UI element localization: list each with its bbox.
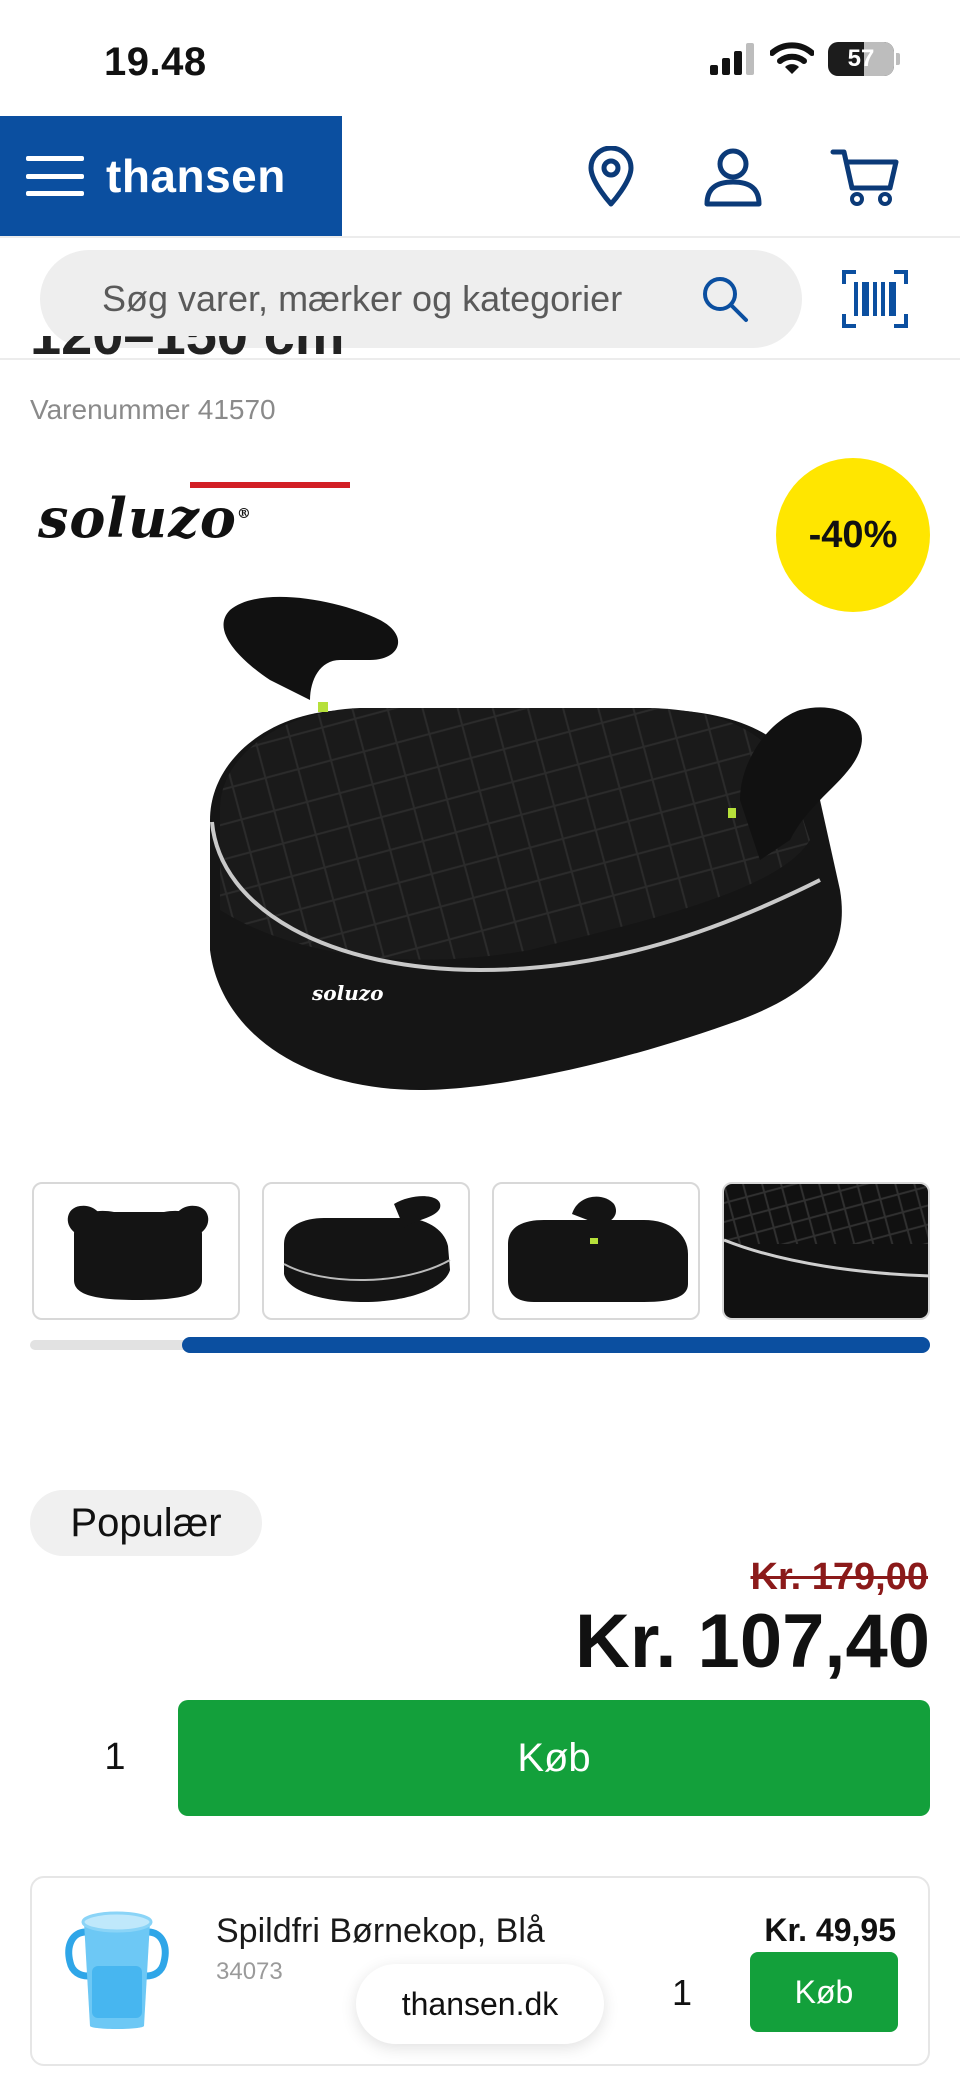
menu-icon[interactable]: [26, 156, 84, 196]
product-sku: Varenummer 41570: [30, 394, 276, 426]
search-box: [40, 250, 802, 348]
battery-icon: 57: [828, 42, 894, 76]
sku-label: Varenummer: [30, 394, 190, 425]
image-thumbnails: [32, 1182, 932, 1322]
thumbnail-2[interactable]: [262, 1182, 470, 1320]
related-product-name[interactable]: Spildfri Børnekop, Blå: [216, 1912, 545, 1951]
battery-level: 57: [847, 45, 875, 72]
signal-icon: [710, 43, 754, 75]
discount-badge: -40%: [776, 458, 930, 612]
gallery-scrollbar[interactable]: [182, 1337, 930, 1353]
location-pin-icon[interactable]: [576, 142, 646, 212]
sku-value: 41570: [197, 394, 276, 425]
site-header: thansen: [0, 116, 960, 238]
related-quantity-field[interactable]: 1: [672, 1972, 692, 2014]
barcode-scanner-icon[interactable]: [842, 270, 908, 328]
search-icon[interactable]: [700, 274, 750, 324]
product-image[interactable]: soluzo: [180, 590, 880, 1110]
status-time: 19.48: [104, 40, 207, 84]
brand-logo[interactable]: thansen: [106, 149, 286, 203]
thumbnail-3[interactable]: [492, 1182, 700, 1320]
status-bar: 19.48 57: [0, 0, 960, 116]
related-product-sku: 34073: [216, 1958, 283, 1985]
quantity-field[interactable]: 1: [40, 1700, 190, 1814]
wifi-icon: [770, 42, 814, 74]
thumbnail-4[interactable]: [722, 1182, 930, 1320]
seat-logo: soluzo: [311, 981, 383, 1005]
current-price: Kr. 107,40: [575, 1599, 930, 1684]
old-price: Kr. 179,00: [750, 1556, 928, 1598]
search-input[interactable]: [102, 278, 662, 320]
browser-url-bar[interactable]: thansen.dk: [356, 1964, 604, 2044]
cart-icon[interactable]: [830, 142, 900, 212]
user-icon[interactable]: [698, 142, 768, 212]
buy-button[interactable]: Køb: [178, 1700, 930, 1816]
brand-block: thansen: [0, 116, 342, 236]
popular-badge: Populær: [30, 1490, 262, 1556]
status-icons: 57: [710, 42, 900, 76]
sippy-cup-image: [65, 1911, 169, 2029]
related-buy-button[interactable]: Køb: [750, 1952, 898, 2032]
thumbnail-1[interactable]: [32, 1182, 240, 1320]
battery-nub: [896, 53, 900, 65]
soluzo-brand-logo: soluzo®: [38, 482, 350, 550]
related-product-price: Kr. 49,95: [764, 1912, 896, 1948]
product-title: 120–150 cm: [30, 336, 530, 376]
